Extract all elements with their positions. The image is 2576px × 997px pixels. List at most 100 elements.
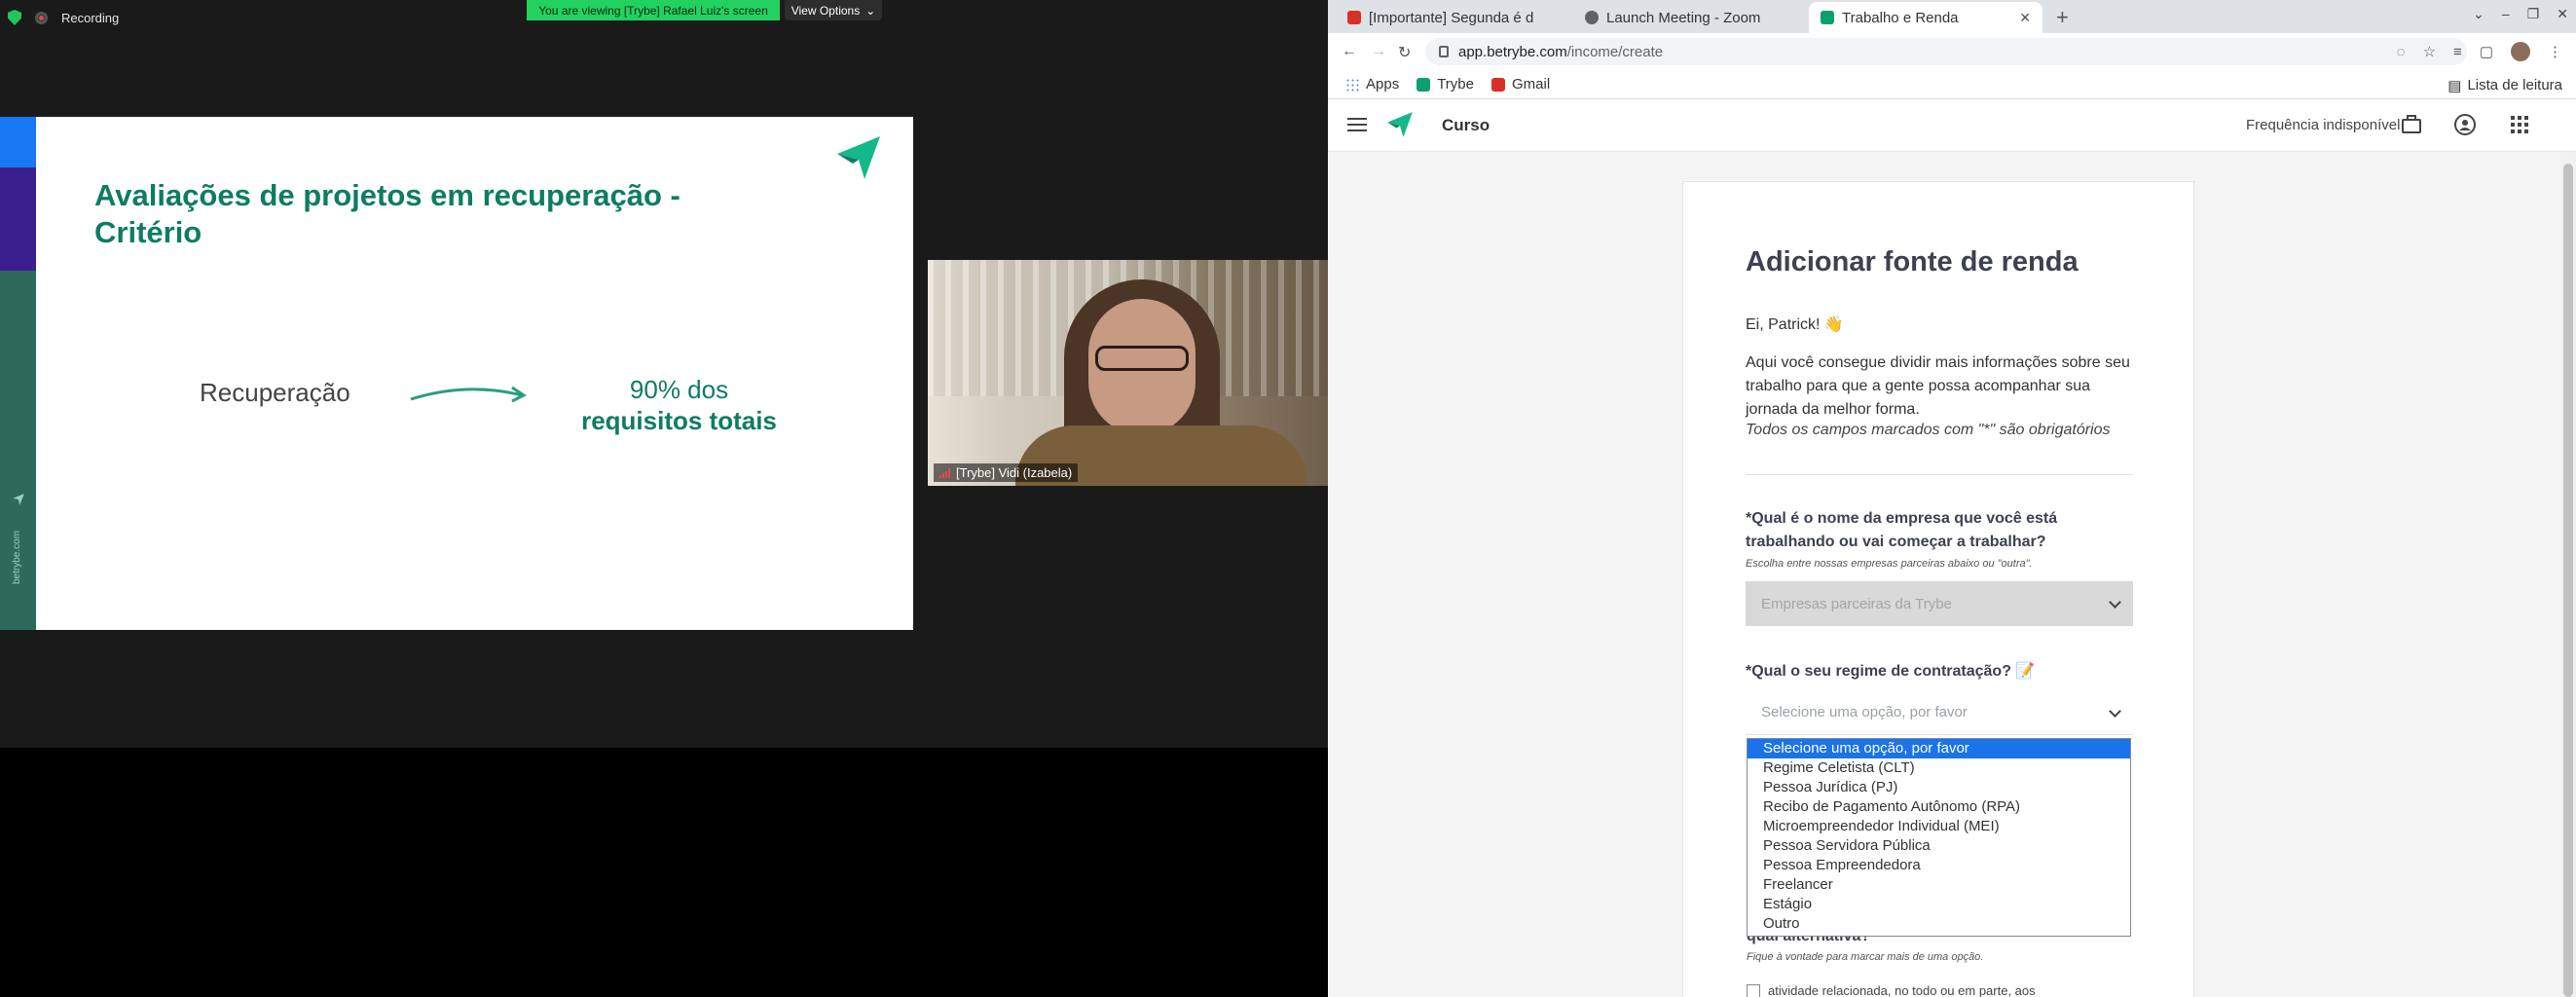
tab-label: [Importante] Segunda é d bbox=[1369, 9, 1534, 26]
bookmark-trybe[interactable]: Trybe bbox=[1417, 76, 1474, 92]
security-shield-icon bbox=[8, 10, 21, 25]
shared-slide: betrybe.com Avaliações de projetos em re… bbox=[0, 117, 913, 630]
zoom-empty-area bbox=[0, 748, 1328, 997]
gmail-icon bbox=[1491, 77, 1505, 92]
dropdown-option[interactable]: Pessoa Servidora Pública bbox=[1748, 836, 2130, 856]
slide-title: Avaliações de projetos em recuperação - … bbox=[94, 178, 681, 249]
reload-icon[interactable]: ↻ bbox=[1398, 43, 1411, 62]
recording-indicator: Recording bbox=[8, 10, 119, 25]
toolbar-icons: ◌ ☆ ≡ ▢ ⋮ bbox=[2397, 42, 2562, 61]
section-title[interactable]: Curso bbox=[1442, 116, 1490, 135]
media-control-icon[interactable]: ≡ bbox=[2453, 44, 2462, 60]
bookmarks-bar: Apps Trybe Gmail ▤ Lista de leitura bbox=[1328, 70, 2576, 99]
viewing-banner: You are viewing [Trybe] Rafael Luiz's sc… bbox=[527, 0, 780, 20]
company-select-placeholder: Empresas parceiras da Trybe bbox=[1761, 595, 1952, 612]
dropdown-option[interactable]: Outro bbox=[1748, 914, 2130, 934]
speaker-video[interactable]: [Trybe] Vidi (Izabela) bbox=[928, 260, 1328, 486]
hamburger-menu-icon[interactable] bbox=[1347, 118, 1367, 131]
url-path: /income/create bbox=[1566, 43, 1664, 60]
close-tab-icon[interactable]: ✕ bbox=[2019, 10, 2031, 26]
maximize-icon[interactable]: ❐ bbox=[2527, 6, 2540, 22]
reading-list-label: Lista de leitura bbox=[2467, 77, 2562, 93]
view-options-label: View Options bbox=[791, 3, 861, 18]
slide-stripe-purple bbox=[0, 167, 36, 271]
tab-zoom[interactable]: Launch Meeting - Zoom bbox=[1573, 2, 1807, 33]
activity-hint: Fique à vontade para marcar mais de uma … bbox=[1747, 951, 1984, 963]
forward-icon[interactable]: → bbox=[1371, 43, 1386, 60]
contract-select[interactable]: Selecione uma opção, por favor bbox=[1746, 690, 2133, 735]
tab-strip: [Importante] Segunda é d Launch Meeting … bbox=[1328, 0, 2576, 33]
tab-label: Trabalho e Renda bbox=[1842, 9, 1959, 26]
reading-list-button[interactable]: ▤ Lista de leitura bbox=[2447, 77, 2562, 94]
lock-icon bbox=[1439, 46, 1449, 57]
app-header: Curso Frequência indisponível bbox=[1328, 99, 2576, 152]
form-greeting: Ei, Patrick! 👋 bbox=[1746, 316, 1844, 333]
dropdown-option[interactable]: Pessoa Jurídica (PJ) bbox=[1748, 778, 2130, 797]
contract-question: *Qual o seu regime de contratação? 📝 bbox=[1746, 663, 2036, 680]
slide-right-text: 90% dos requisitos totais bbox=[545, 374, 813, 436]
scrollbar-thumb[interactable] bbox=[2563, 164, 2573, 997]
bookmark-label: Apps bbox=[1366, 76, 1400, 92]
url-host: app.betrybe.com bbox=[1458, 43, 1567, 60]
reading-list-icon: ▤ bbox=[2447, 78, 2462, 94]
gmail-icon bbox=[1347, 11, 1361, 24]
eye-off-icon[interactable]: ◌ bbox=[2397, 44, 2406, 60]
new-tab-button[interactable]: + bbox=[2056, 5, 2069, 30]
form-intro: Aqui você consegue dividir mais informaç… bbox=[1746, 354, 2130, 418]
tab-gmail[interactable]: [Importante] Segunda é d bbox=[1336, 2, 1569, 33]
tab-search-icon[interactable]: ⌄ bbox=[2473, 6, 2484, 22]
slide-vertical-url: betrybe.com bbox=[12, 530, 22, 584]
minimize-icon[interactable]: – bbox=[2502, 6, 2510, 22]
recording-icon bbox=[35, 11, 48, 24]
speaker-name: [Trybe] Vidi (Izabela) bbox=[956, 465, 1073, 480]
arrow-right-icon bbox=[410, 386, 527, 403]
slide-left-text: Recuperação bbox=[200, 378, 350, 407]
company-select[interactable]: Empresas parceiras da Trybe bbox=[1746, 581, 2133, 626]
tab-trabalho-renda[interactable]: Trabalho e Renda ✕ bbox=[1809, 2, 2042, 33]
checkbox[interactable] bbox=[1747, 983, 1760, 997]
activity-option[interactable]: atividade relacionada, no todo ou em par… bbox=[1747, 983, 2036, 997]
dropdown-option[interactable]: Recibo de Pagamento Autônomo (RPA) bbox=[1748, 797, 2130, 817]
trybe-logo-icon[interactable] bbox=[1386, 111, 1414, 138]
profile-avatar[interactable] bbox=[2511, 42, 2530, 61]
trybe-logo-icon bbox=[837, 136, 880, 179]
globe-icon bbox=[1585, 11, 1599, 24]
menu-kebab-icon[interactable]: ⋮ bbox=[2548, 43, 2562, 60]
slide-stripe-blue bbox=[0, 117, 36, 167]
dropdown-option[interactable]: Microempreendedor Individual (MEI) bbox=[1748, 817, 2130, 836]
chevron-down-icon bbox=[2109, 596, 2121, 609]
account-circle-icon[interactable] bbox=[2453, 113, 2477, 136]
apps-grid-icon[interactable] bbox=[2508, 113, 2531, 136]
company-hint: Escolha entre nossas empresas parceiras … bbox=[1746, 558, 2033, 570]
bookmark-gmail[interactable]: Gmail bbox=[1491, 76, 1550, 92]
company-question: *Qual é o nome da empresa que você está … bbox=[1746, 510, 2058, 550]
dropdown-option[interactable]: Regime Celetista (CLT) bbox=[1748, 758, 2130, 778]
activity-option-label: atividade relacionada, no todo ou em par… bbox=[1768, 983, 2036, 997]
briefcase-icon[interactable] bbox=[2400, 113, 2423, 136]
apps-grid-icon bbox=[1345, 77, 1359, 92]
slide-right-line2: requisitos totais bbox=[581, 406, 777, 435]
dropdown-option[interactable]: Pessoa Empreendedora bbox=[1748, 856, 2130, 875]
form-divider bbox=[1746, 474, 2133, 475]
zoom-window: Recording You are viewing [Trybe] Rafael… bbox=[0, 0, 1328, 997]
page-scrollbar[interactable] bbox=[2560, 152, 2576, 997]
window-controls: ⌄ – ❐ ✕ bbox=[2473, 6, 2568, 22]
bookmark-label: Gmail bbox=[1512, 76, 1551, 92]
address-bar[interactable]: app.betrybe.com/income/create bbox=[1425, 38, 2467, 65]
view-options-button[interactable]: View Options ⌄ bbox=[785, 0, 882, 20]
contract-dropdown-list[interactable]: Selecione uma opção, por favor Regime Ce… bbox=[1747, 738, 2131, 937]
trybe-favicon-icon bbox=[1417, 77, 1431, 92]
bookmark-apps[interactable]: Apps bbox=[1345, 76, 1399, 92]
frequency-status: Frequência indisponível bbox=[2246, 117, 2401, 133]
browser-toolbar: ← → ↻ app.betrybe.com/income/create ◌ ☆ … bbox=[1328, 33, 2576, 70]
speaker-glasses bbox=[1095, 346, 1189, 371]
dropdown-option[interactable]: Freelancer bbox=[1748, 875, 2130, 895]
back-icon[interactable]: ← bbox=[1342, 43, 1357, 60]
dropdown-option[interactable]: Estágio bbox=[1748, 895, 2130, 914]
star-icon[interactable]: ☆ bbox=[2423, 43, 2436, 60]
contract-select-value: Selecione uma opção, por favor bbox=[1761, 704, 1968, 720]
close-window-icon[interactable]: ✕ bbox=[2557, 6, 2568, 22]
recording-label: Recording bbox=[61, 10, 120, 25]
dropdown-option[interactable]: Selecione uma opção, por favor bbox=[1748, 739, 2130, 758]
extension-icon[interactable]: ▢ bbox=[2480, 43, 2493, 60]
